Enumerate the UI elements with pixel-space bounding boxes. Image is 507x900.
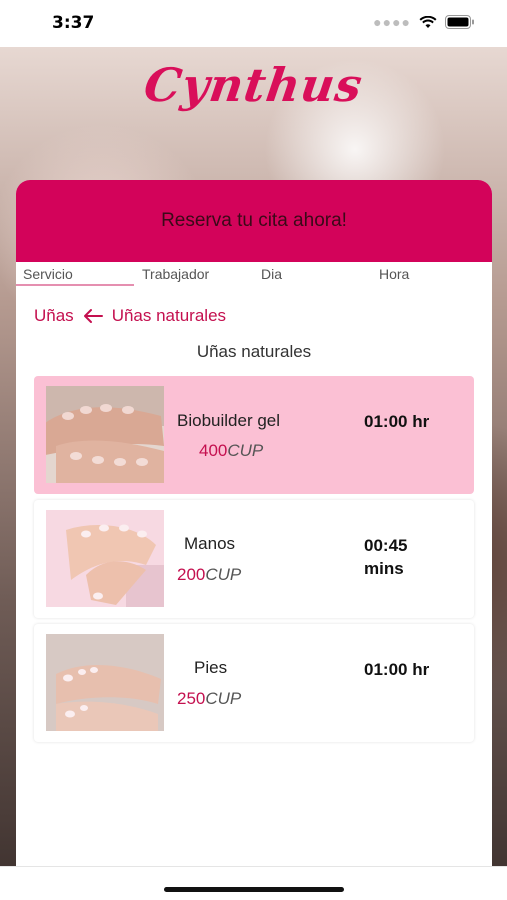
- service-thumbnail-image: [46, 510, 164, 607]
- service-name: Pies: [194, 658, 228, 677]
- service-duration: 00:45 mins: [364, 536, 408, 578]
- service-item-pies[interactable]: Pies 250CUP 01:00 hr: [34, 624, 474, 742]
- booking-steps-tabs: Servicio Trabajador Dia Hora: [16, 262, 492, 286]
- bottom-bar: [0, 866, 507, 900]
- breadcrumb-current: Uñas naturales: [111, 306, 227, 325]
- service-item-biobuilder-gel[interactable]: Biobuilder gel 400CUP 01:00 hr: [34, 376, 474, 494]
- section-title: Uñas naturales: [196, 342, 312, 361]
- status-bar: 3:37 ●●●●: [0, 0, 507, 47]
- cellular-signal-icon: ●●●●: [373, 14, 411, 30]
- service-duration: 01:00 hr: [364, 412, 430, 431]
- arrow-left-icon[interactable]: [82, 308, 104, 324]
- tab-servicio[interactable]: Servicio: [23, 266, 73, 282]
- app-logo: Cynthus: [140, 58, 367, 112]
- tab-dia[interactable]: Dia: [261, 266, 282, 282]
- service-name: Biobuilder gel: [177, 411, 281, 430]
- status-time: 3:37: [52, 13, 95, 33]
- service-item-manos[interactable]: Manos 200CUP 00:45 mins: [34, 500, 474, 618]
- tab-active-indicator: [16, 284, 134, 286]
- home-indicator[interactable]: [164, 887, 344, 892]
- status-icons: ●●●●: [373, 14, 475, 30]
- service-price: 250CUP: [177, 689, 242, 708]
- wifi-icon: [419, 15, 437, 28]
- booking-card: Reserva tu cita ahora! Servicio Trabajad…: [16, 180, 492, 900]
- breadcrumb: Uñas Uñas naturales: [34, 306, 226, 326]
- service-name: Manos: [184, 534, 236, 553]
- battery-icon: [445, 15, 474, 29]
- service-thumbnail-image: [46, 634, 164, 731]
- booking-header-title: Reserva tu cita ahora!: [161, 210, 347, 231]
- service-price: 200CUP: [177, 565, 242, 584]
- tab-hora[interactable]: Hora: [379, 266, 409, 282]
- service-price: 400CUP: [199, 441, 264, 460]
- breadcrumb-parent[interactable]: Uñas: [34, 306, 74, 326]
- service-thumbnail-image: [46, 386, 164, 483]
- service-duration: 01:00 hr: [364, 660, 430, 679]
- tab-trabajador[interactable]: Trabajador: [142, 266, 209, 282]
- booking-header: Reserva tu cita ahora!: [16, 180, 492, 262]
